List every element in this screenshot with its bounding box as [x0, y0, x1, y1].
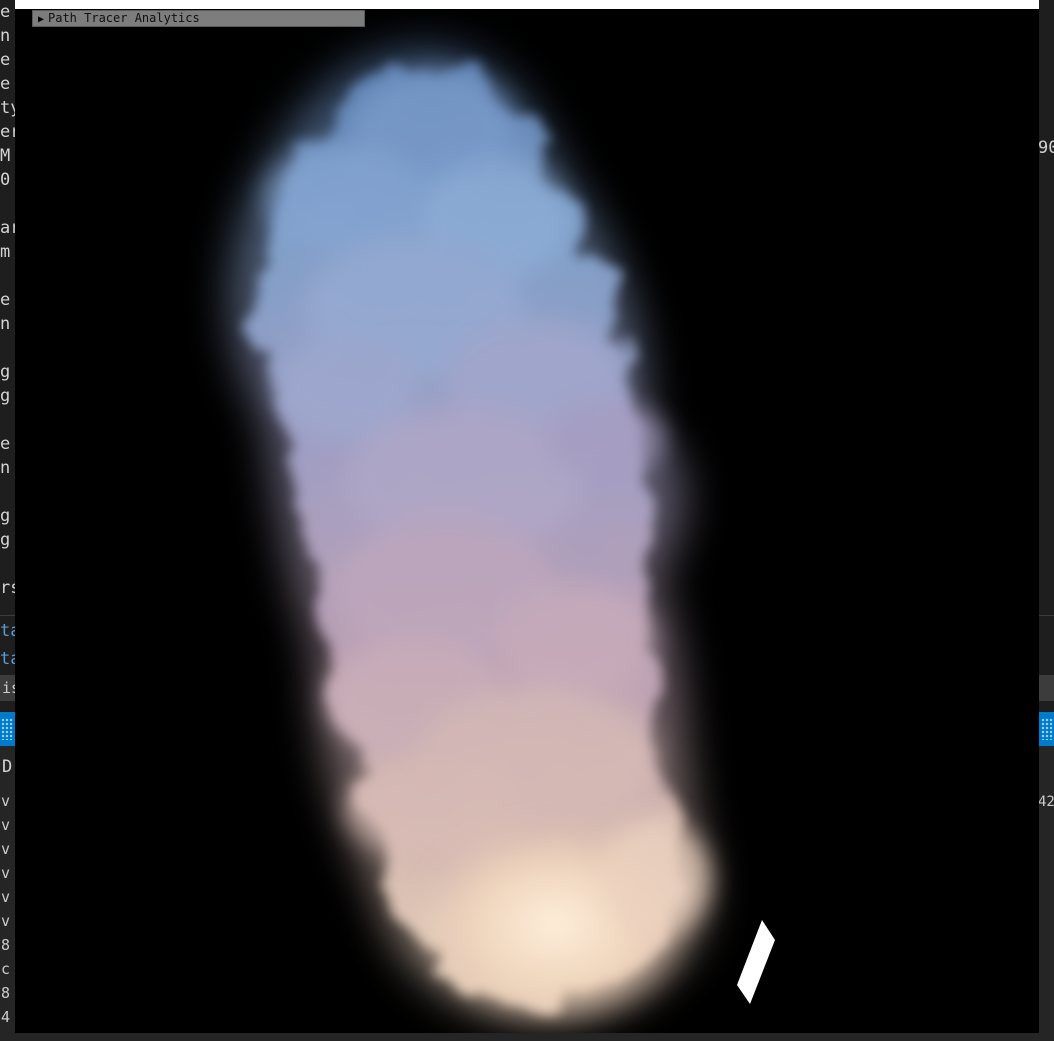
editor-line: g [0, 530, 11, 550]
panel-line: v [1, 864, 11, 882]
editor-line: e [0, 50, 11, 70]
panel-line: v [1, 912, 11, 930]
panel-line: 8 [1, 936, 11, 954]
editor-line: n [0, 314, 11, 334]
editor-line: 0 [0, 170, 11, 190]
panel-line: v [1, 816, 11, 834]
status-bar-grip-icon [1, 718, 13, 740]
panel-line: v [1, 888, 11, 906]
editor-line: n [0, 458, 11, 478]
editor-line: m [0, 242, 11, 262]
lower-panel-header: D [2, 757, 13, 777]
smoke-render-canvas[interactable] [15, 9, 1039, 1033]
editor-line: e [0, 74, 11, 94]
editor-line: e [0, 434, 11, 454]
editor-line: g [0, 362, 11, 382]
panel-line: v [1, 792, 11, 810]
collapse-arrow-icon[interactable]: ▶ [34, 12, 48, 27]
editor-line: g [0, 386, 11, 406]
status-bar-grip-icon-right [1041, 718, 1053, 740]
analytics-panel-header[interactable]: ▶ Path Tracer Analytics [32, 10, 365, 27]
editor-line: e [0, 2, 11, 22]
render-window[interactable]: ▶ Path Tracer Analytics [15, 0, 1039, 1033]
analytics-panel-title: Path Tracer Analytics [48, 11, 200, 25]
panel-line: 4 [1, 1008, 11, 1026]
editor-line: n [0, 26, 11, 46]
light-source-quad [737, 920, 775, 1004]
panel-line: c [1, 960, 11, 978]
editor-line: M [0, 146, 11, 166]
panel-line: 8 [1, 984, 11, 1002]
render-window-title-strip [15, 0, 1039, 9]
editor-right-fragment-1: 90 [1038, 138, 1054, 158]
editor-line: e [0, 290, 11, 310]
editor-line: g [0, 506, 11, 526]
editor-right-fragment-2: 42 [1038, 794, 1054, 810]
panel-line: v [1, 840, 11, 858]
